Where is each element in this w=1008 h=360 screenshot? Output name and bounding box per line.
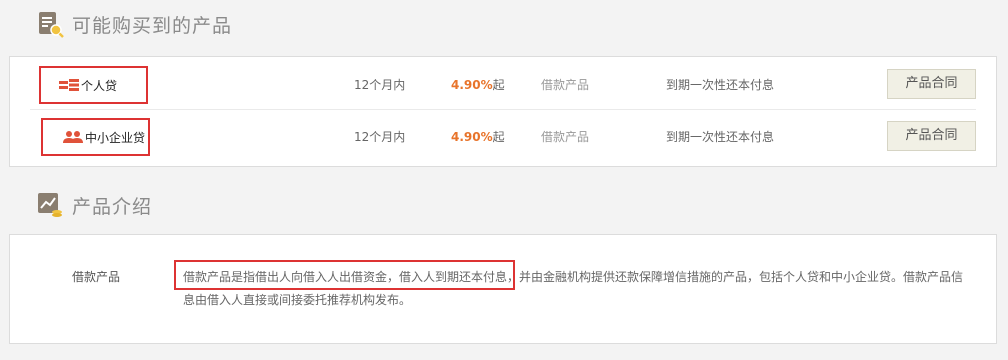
- rate-value: 4.90%: [451, 78, 493, 92]
- product-name-cell[interactable]: 个人贷: [39, 66, 148, 104]
- product-rate: 4.90%起: [451, 113, 505, 161]
- product-name-cell[interactable]: 中小企业贷: [41, 118, 150, 156]
- section-title-intro: 产品介绍: [72, 195, 153, 218]
- products-panel: 个人贷 12个月内 4.90%起 借款产品 到期一次性还本付息 产品合同 中小企…: [9, 56, 997, 167]
- product-repayment: 到期一次性还本付息: [666, 130, 775, 144]
- product-row: 个人贷 12个月内 4.90%起 借款产品 到期一次性还本付息 产品合同: [30, 61, 976, 110]
- intro-panel: 借款产品 借款产品是指借出人向借入人出借资金，借入人到期还本付息，并由金融机构提…: [9, 234, 997, 344]
- enterprise-loan-icon: [63, 130, 83, 144]
- contract-button[interactable]: 产品合同: [887, 121, 976, 151]
- section-header-intro: 产品介绍: [36, 189, 152, 221]
- product-type: 借款产品: [541, 78, 590, 92]
- rate-suffix: 起: [492, 78, 505, 92]
- document-search-icon: [36, 10, 64, 38]
- section-title-products: 可能购买到的产品: [72, 14, 233, 37]
- intro-text: 借款产品是指借出人向借入人出借资金，借入人到期还本付息，并由金融机构提供还款保障…: [183, 270, 964, 307]
- rate-suffix: 起: [492, 130, 505, 144]
- intro-label: 借款产品: [72, 270, 121, 284]
- product-type: 借款产品: [541, 130, 590, 144]
- product-term: 12个月内: [354, 78, 406, 92]
- product-row: 中小企业贷 12个月内 4.90%起 借款产品 到期一次性还本付息 产品合同: [30, 113, 976, 161]
- chart-coins-icon: [36, 191, 64, 219]
- section-header-products: 可能购买到的产品: [36, 8, 232, 40]
- product-name: 中小企业贷: [85, 130, 146, 145]
- product-rate: 4.90%起: [451, 61, 505, 109]
- product-term: 12个月内: [354, 130, 406, 144]
- product-repayment: 到期一次性还本付息: [666, 78, 775, 92]
- contract-button[interactable]: 产品合同: [887, 69, 976, 99]
- personal-loan-icon: [59, 78, 79, 92]
- product-name: 个人贷: [81, 78, 118, 93]
- rate-value: 4.90%: [451, 130, 493, 144]
